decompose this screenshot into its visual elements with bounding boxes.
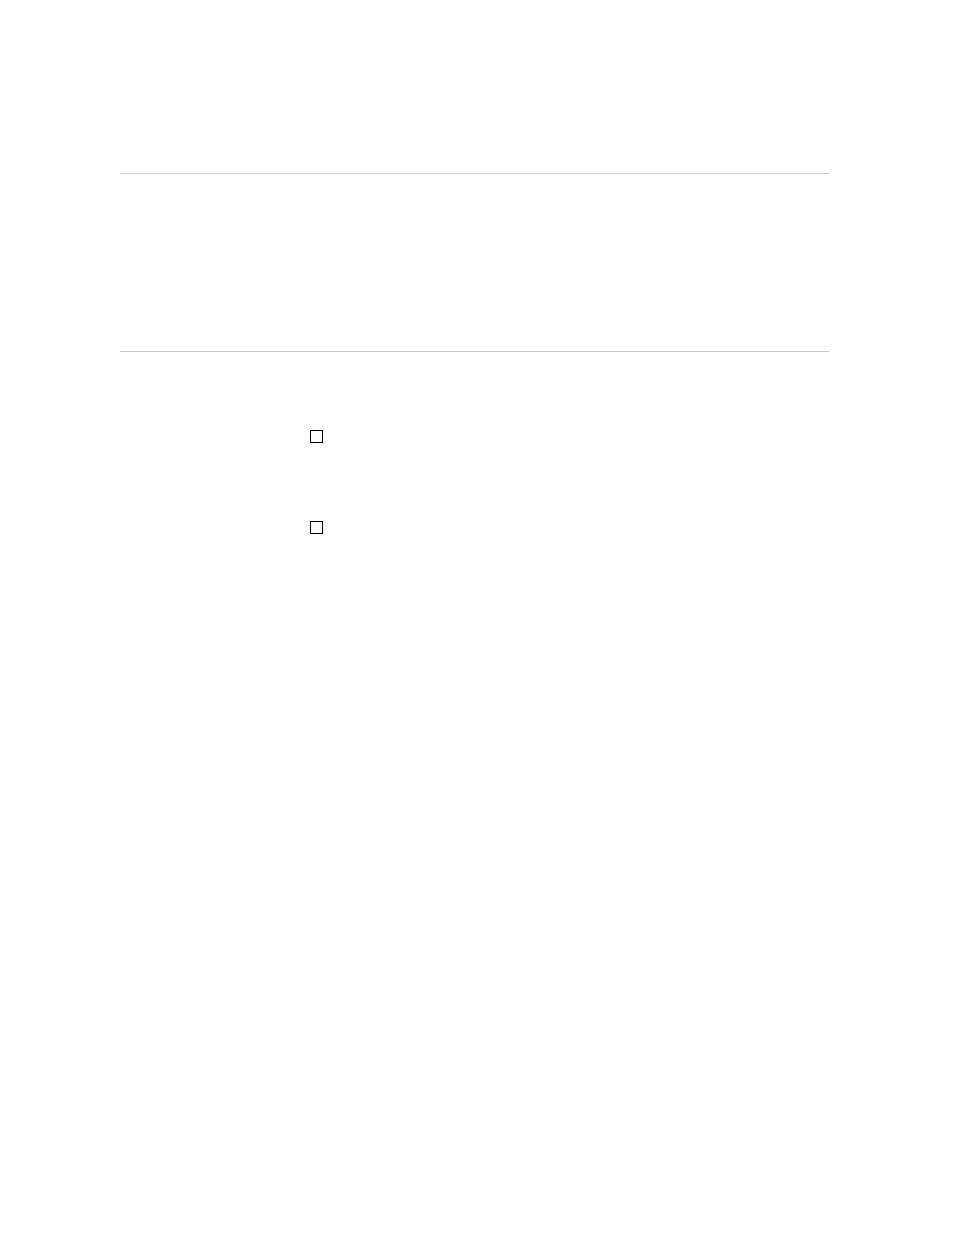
checkbox-2[interactable] [310, 521, 323, 534]
checkbox-1[interactable] [310, 430, 323, 443]
divider-2 [120, 351, 829, 352]
divider-1 [120, 173, 829, 174]
